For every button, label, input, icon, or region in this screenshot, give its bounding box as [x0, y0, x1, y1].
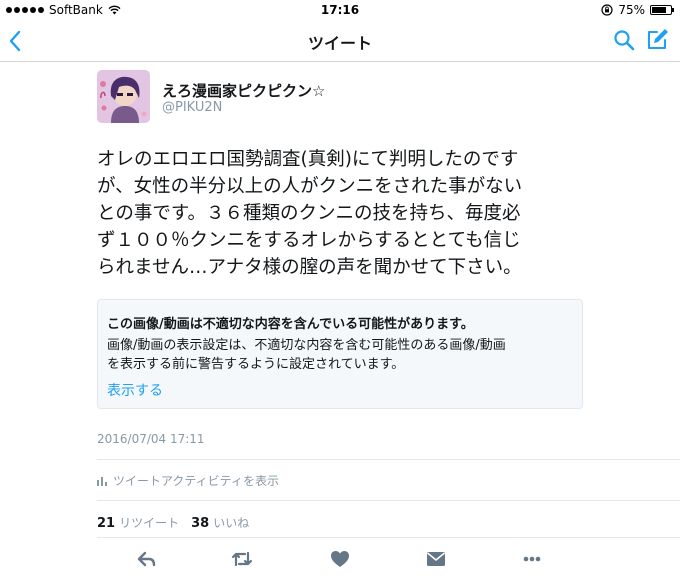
like-icon[interactable] [329, 548, 351, 570]
tweet-text-line: ず１００％クンニをするオレからするととても信じ [97, 230, 521, 251]
dm-icon[interactable] [425, 548, 447, 570]
retweet-count[interactable]: 21 [97, 516, 115, 531]
retweet-icon[interactable] [231, 548, 253, 570]
status-bar: SoftBank 17:16 75% [0, 0, 680, 20]
activity-label: ツイートアクティビティを表示 [113, 474, 279, 488]
orientation-lock-icon [601, 4, 613, 16]
like-label[interactable]: いいね [213, 514, 249, 531]
clock: 17:16 [320, 3, 360, 17]
divider [97, 459, 680, 460]
reply-icon[interactable] [136, 548, 158, 570]
warning-body-line: を表示する前に警告するように設定されています。 [107, 357, 405, 372]
show-media-link[interactable]: 表示する [107, 380, 163, 400]
tweet-text: オレのエロエロ国勢調査(真剣)にて判明したのです が、女性の半分以上の人がクンニ… [97, 146, 577, 281]
like-count[interactable]: 38 [191, 516, 209, 531]
tweet-activity-link[interactable]: ツイートアクティビティを表示 [97, 472, 279, 489]
share-icon[interactable] [521, 548, 543, 570]
bar-chart-icon [97, 476, 107, 486]
tweet-stats: 21 リツイート 38 いいね [97, 514, 249, 531]
tweet-text-line: られません…アナタ様の膣の声を聞かせて下さい。 [97, 257, 522, 278]
warning-body: 画像/動画の表示設定は、不適切な内容を含む可能性のある画像/動画 を表示する前に… [107, 336, 577, 374]
user-handle[interactable]: @PIKU2N [162, 100, 222, 115]
page-title: ツイート [307, 34, 372, 53]
tweet-actions [0, 548, 680, 578]
divider [97, 500, 680, 501]
battery-group: 75% [601, 3, 674, 17]
battery-percent: 75% [618, 3, 645, 17]
tweet-timestamp: 2016/07/04 17:11 [97, 432, 205, 446]
sensitive-media-warning: この画像/動画は不適切な内容を含んでいる可能性があります。 画像/動画の表示設定… [97, 299, 583, 409]
tweet-text-line: との事です。３６種類のクンニの技を持ち、毎度必 [97, 203, 521, 224]
battery-icon [650, 5, 674, 15]
tweet-text-line: オレのエロエロ国勢調査(真剣)にて判明したのです [97, 149, 519, 170]
tweet-text-line: が、女性の半分以上の人がクンニをされた事がない [97, 176, 523, 197]
warning-body-line: 画像/動画の表示設定は、不適切な内容を含む可能性のある画像/動画 [107, 338, 506, 353]
battery-level [652, 7, 666, 13]
display-name[interactable]: えろ漫画家ピクピクン☆ [162, 80, 325, 101]
search-icon[interactable] [612, 28, 636, 52]
navigation-bar: ツイート [0, 20, 680, 62]
warning-title: この画像/動画は不適切な内容を含んでいる可能性があります。 [107, 317, 474, 332]
avatar[interactable] [97, 70, 150, 123]
compose-icon[interactable] [646, 27, 670, 51]
divider [97, 537, 680, 538]
retweet-label[interactable]: リツイート [119, 514, 179, 531]
